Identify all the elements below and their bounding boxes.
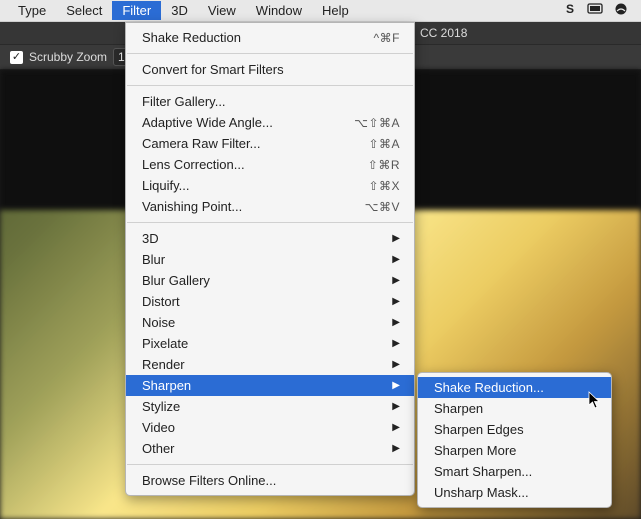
- menubar: Type Select Filter 3D View Window Help S: [0, 0, 641, 22]
- menu-help[interactable]: Help: [312, 1, 359, 20]
- menuitem-shortcut: ⇧⌘A: [368, 137, 400, 151]
- submenuitem-sharpen-more[interactable]: Sharpen More: [418, 440, 611, 461]
- menu-window[interactable]: Window: [246, 1, 312, 20]
- menuitem-label: Adaptive Wide Angle...: [142, 115, 273, 130]
- menu-separator: [127, 222, 413, 223]
- menuitem-label: Browse Filters Online...: [142, 473, 276, 488]
- menuitem-label: Vanishing Point...: [142, 199, 242, 214]
- submenu-arrow-icon: ▶: [392, 401, 400, 412]
- menu-separator: [127, 85, 413, 86]
- menu-separator: [127, 464, 413, 465]
- menuitem-noise[interactable]: Noise ▶: [126, 312, 414, 333]
- sharpen-submenu: Shake Reduction... Sharpen Sharpen Edges…: [417, 372, 612, 508]
- menuitem-browse-filters-online[interactable]: Browse Filters Online...: [126, 470, 414, 491]
- menu-type[interactable]: Type: [8, 1, 56, 20]
- submenuitem-unsharp-mask[interactable]: Unsharp Mask...: [418, 482, 611, 503]
- menu-separator: [127, 53, 413, 54]
- menuitem-label: Blur Gallery: [142, 273, 210, 288]
- menu-3d[interactable]: 3D: [161, 1, 198, 20]
- tray-s-icon[interactable]: S: [563, 2, 577, 19]
- tray-display-icon[interactable]: [587, 3, 603, 18]
- menuitem-shortcut: ⌥⌘V: [365, 200, 400, 214]
- menuitem-label: Other: [142, 441, 175, 456]
- menuitem-convert-smart-filters[interactable]: Convert for Smart Filters: [126, 59, 414, 80]
- menuitem-label: Smart Sharpen...: [434, 464, 532, 479]
- menuitem-label: Filter Gallery...: [142, 94, 226, 109]
- menuitem-label: Shake Reduction: [142, 30, 241, 45]
- menuitem-distort[interactable]: Distort ▶: [126, 291, 414, 312]
- submenu-arrow-icon: ▶: [392, 359, 400, 370]
- scrubby-zoom-label: Scrubby Zoom: [29, 50, 107, 64]
- menuitem-blur[interactable]: Blur ▶: [126, 249, 414, 270]
- menuitem-label: Unsharp Mask...: [434, 485, 529, 500]
- menuitem-adaptive-wide-angle[interactable]: Adaptive Wide Angle... ⌥⇧⌘A: [126, 112, 414, 133]
- menuitem-label: Liquify...: [142, 178, 189, 193]
- menuitem-video[interactable]: Video ▶: [126, 417, 414, 438]
- submenu-arrow-icon: ▶: [392, 380, 400, 391]
- menuitem-camera-raw-filter[interactable]: Camera Raw Filter... ⇧⌘A: [126, 133, 414, 154]
- submenuitem-sharpen[interactable]: Sharpen: [418, 398, 611, 419]
- app-title: CC 2018: [420, 26, 467, 40]
- menuitem-label: Video: [142, 420, 175, 435]
- submenu-arrow-icon: ▶: [392, 338, 400, 349]
- menuitem-label: Sharpen: [142, 378, 191, 393]
- menuitem-shortcut: ⌥⇧⌘A: [354, 116, 400, 130]
- menuitem-render[interactable]: Render ▶: [126, 354, 414, 375]
- menuitem-label: Blur: [142, 252, 165, 267]
- submenu-arrow-icon: ▶: [392, 317, 400, 328]
- menuitem-shortcut: ⇧⌘X: [368, 179, 400, 193]
- submenu-arrow-icon: ▶: [392, 233, 400, 244]
- menuitem-shortcut: ⇧⌘R: [368, 158, 400, 172]
- menuitem-label: Stylize: [142, 399, 180, 414]
- menuitem-label: Distort: [142, 294, 180, 309]
- menuitem-other[interactable]: Other ▶: [126, 438, 414, 459]
- menuitem-shortcut: ^⌘F: [374, 31, 400, 45]
- menuitem-shake-reduction[interactable]: Shake Reduction ^⌘F: [126, 27, 414, 48]
- menuitem-filter-gallery[interactable]: Filter Gallery...: [126, 91, 414, 112]
- menuitem-3d[interactable]: 3D ▶: [126, 228, 414, 249]
- menuitem-label: Camera Raw Filter...: [142, 136, 260, 151]
- menuitem-label: Sharpen Edges: [434, 422, 524, 437]
- menuitem-vanishing-point[interactable]: Vanishing Point... ⌥⌘V: [126, 196, 414, 217]
- menuitem-label: Render: [142, 357, 185, 372]
- menu-view[interactable]: View: [198, 1, 246, 20]
- menuitem-stylize[interactable]: Stylize ▶: [126, 396, 414, 417]
- submenu-arrow-icon: ▶: [392, 275, 400, 286]
- menuitem-label: Convert for Smart Filters: [142, 62, 284, 77]
- scrubby-zoom-checkbox[interactable]: ✓: [10, 51, 23, 64]
- menuitem-sharpen[interactable]: Sharpen ▶: [126, 375, 414, 396]
- menuitem-liquify[interactable]: Liquify... ⇧⌘X: [126, 175, 414, 196]
- menu-filter[interactable]: Filter: [112, 1, 161, 20]
- menubar-tray: S: [563, 2, 633, 19]
- menuitem-label: 3D: [142, 231, 159, 246]
- menuitem-label: Shake Reduction...: [434, 380, 544, 395]
- menuitem-label: Noise: [142, 315, 175, 330]
- submenu-arrow-icon: ▶: [392, 443, 400, 454]
- menuitem-blur-gallery[interactable]: Blur Gallery ▶: [126, 270, 414, 291]
- menuitem-label: Sharpen: [434, 401, 483, 416]
- menuitem-label: Lens Correction...: [142, 157, 245, 172]
- submenuitem-sharpen-edges[interactable]: Sharpen Edges: [418, 419, 611, 440]
- submenuitem-shake-reduction[interactable]: Shake Reduction...: [418, 377, 611, 398]
- submenu-arrow-icon: ▶: [392, 254, 400, 265]
- tray-cloud-icon[interactable]: [613, 2, 629, 19]
- submenuitem-smart-sharpen[interactable]: Smart Sharpen...: [418, 461, 611, 482]
- menuitem-pixelate[interactable]: Pixelate ▶: [126, 333, 414, 354]
- svg-text:S: S: [566, 2, 574, 16]
- menuitem-label: Sharpen More: [434, 443, 516, 458]
- submenu-arrow-icon: ▶: [392, 422, 400, 433]
- submenu-arrow-icon: ▶: [392, 296, 400, 307]
- menuitem-label: Pixelate: [142, 336, 188, 351]
- menu-select[interactable]: Select: [56, 1, 112, 20]
- menuitem-lens-correction[interactable]: Lens Correction... ⇧⌘R: [126, 154, 414, 175]
- filter-dropdown: Shake Reduction ^⌘F Convert for Smart Fi…: [125, 22, 415, 496]
